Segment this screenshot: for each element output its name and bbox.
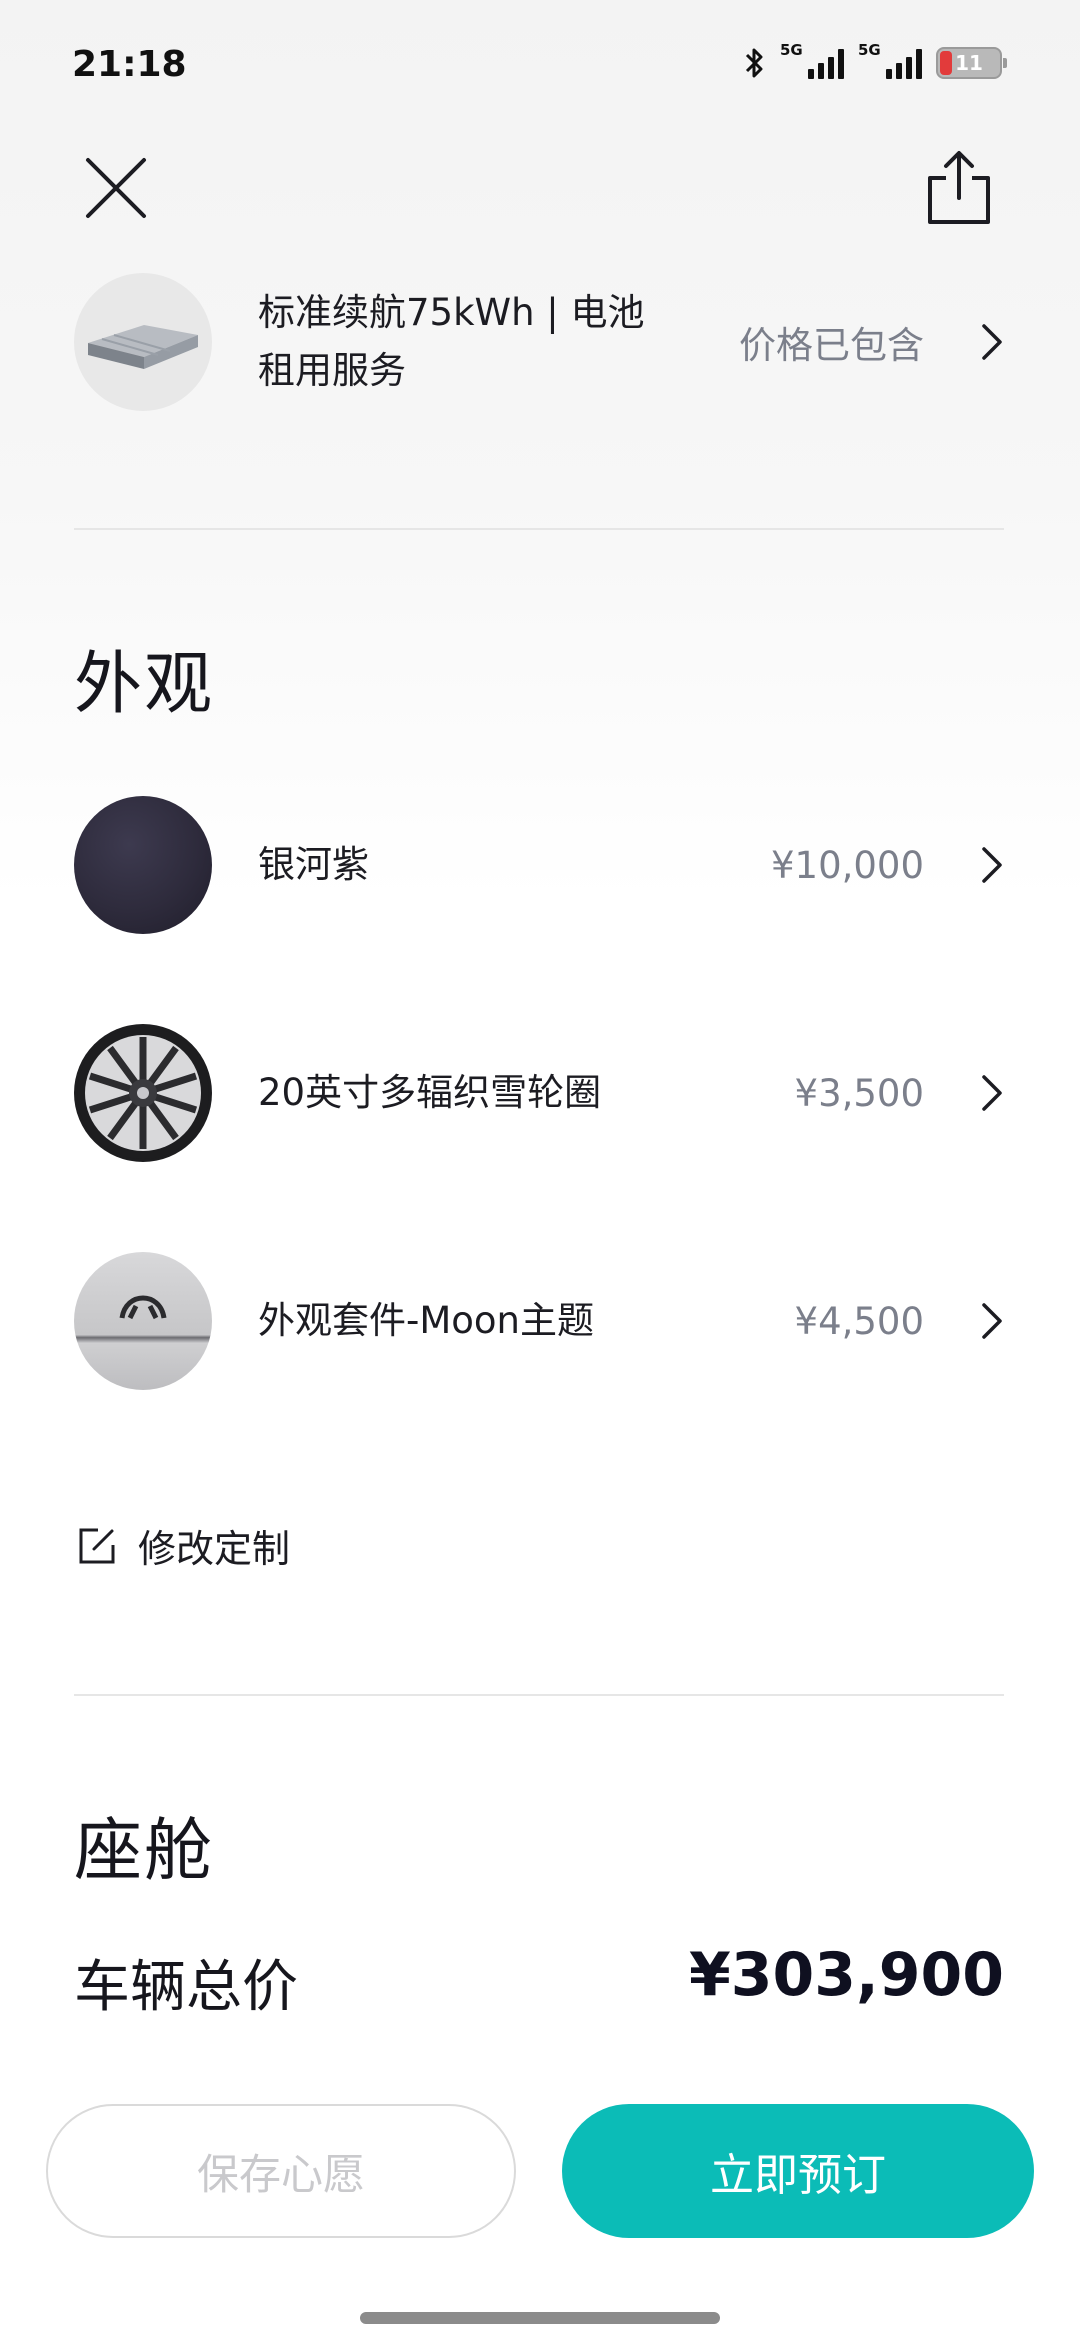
battery-service-label: 标准续航75kWh | 电池租用服务 bbox=[258, 291, 645, 392]
signal-icon-1: 5G bbox=[780, 41, 844, 79]
status-time: 21:18 bbox=[72, 44, 187, 85]
option-price: ¥3,500 bbox=[794, 1071, 924, 1115]
book-now-button[interactable]: 立即预订 bbox=[562, 2104, 1034, 2238]
modify-label: 修改定制 bbox=[138, 1527, 291, 1571]
option-row-exterior-kit[interactable]: 外观套件-Moon主题 ¥4,500 bbox=[74, 1251, 1004, 1391]
close-icon bbox=[86, 158, 146, 218]
battery-icon: 11 bbox=[936, 47, 1007, 79]
close-button[interactable] bbox=[78, 150, 154, 226]
option-price: ¥10,000 bbox=[770, 843, 924, 887]
chevron-right-icon bbox=[982, 847, 1002, 883]
chevron-right-icon bbox=[982, 324, 1002, 360]
battery-pack-thumbnail bbox=[74, 273, 212, 411]
total-price-label: 车辆总价 bbox=[74, 1955, 298, 2020]
bluetooth-icon bbox=[745, 48, 763, 78]
battery-service-row[interactable]: 标准续航75kWh | 电池租用服务 价格已包含 bbox=[74, 272, 1004, 412]
chevron-right-icon bbox=[982, 1303, 1002, 1339]
paint-color-swatch-icon bbox=[74, 796, 212, 934]
signal-icon-2: 5G bbox=[858, 41, 922, 79]
section-title-cabin: 座舱 bbox=[74, 1812, 215, 1891]
option-label: 银河紫 bbox=[258, 843, 369, 886]
modify-customization-link[interactable]: 修改定制 bbox=[78, 1518, 290, 1573]
divider bbox=[74, 1694, 1004, 1696]
wheel-rim-icon bbox=[74, 1024, 212, 1162]
divider bbox=[74, 528, 1004, 530]
network-type-2: 5G bbox=[858, 41, 881, 59]
share-icon bbox=[928, 151, 990, 224]
option-row-wheel[interactable]: 20英寸多辐织雪轮圈 ¥3,500 bbox=[74, 1023, 1004, 1163]
option-label: 外观套件-Moon主题 bbox=[258, 1299, 594, 1342]
total-price-value: ¥303,900 bbox=[688, 1940, 1004, 2010]
exterior-kit-icon bbox=[74, 1252, 212, 1390]
save-wish-button[interactable]: 保存心愿 bbox=[46, 2104, 516, 2238]
option-row-color[interactable]: 银河紫 ¥10,000 bbox=[74, 795, 1004, 935]
battery-service-value: 价格已包含 bbox=[739, 324, 924, 367]
share-button[interactable] bbox=[924, 148, 994, 228]
section-title-exterior: 外观 bbox=[74, 645, 215, 724]
network-type-1: 5G bbox=[780, 41, 803, 59]
home-indicator[interactable] bbox=[360, 2312, 720, 2324]
edit-icon bbox=[79, 1528, 115, 1563]
chevron-right-icon bbox=[982, 1075, 1002, 1111]
battery-level: 11 bbox=[955, 51, 983, 75]
option-label: 20英寸多辐织雪轮圈 bbox=[258, 1071, 602, 1114]
status-icons: 5G 5G 11 bbox=[744, 41, 1007, 80]
option-price: ¥4,500 bbox=[794, 1299, 924, 1343]
